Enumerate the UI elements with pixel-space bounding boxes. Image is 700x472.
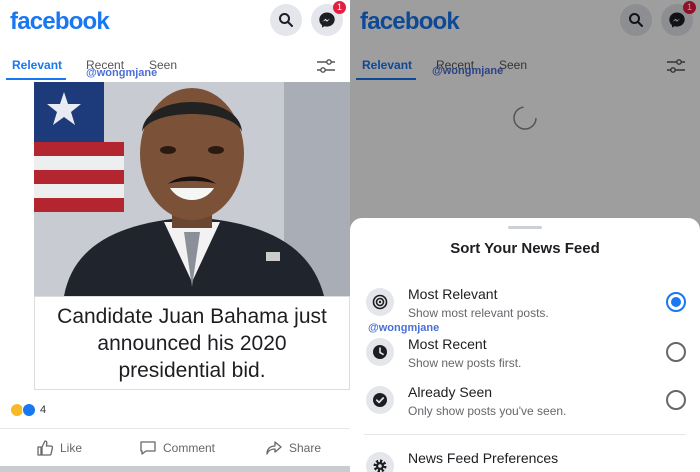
sliders-icon: [317, 59, 335, 73]
option-already-seen[interactable]: Already Seen Only show posts you've seen…: [350, 382, 700, 428]
post-caption: Candidate Juan Bahama just announced his…: [34, 296, 350, 390]
news-feed-preferences-item[interactable]: News Feed Preferences: [350, 448, 700, 472]
reaction-count: 4: [40, 404, 47, 416]
search-button[interactable]: [270, 4, 302, 36]
option-description: Only show posts you've seen.: [408, 404, 567, 418]
sheet-drag-handle[interactable]: [508, 226, 542, 229]
option-label: Most Relevant: [408, 286, 498, 302]
reaction-summary[interactable]: 4: [10, 402, 46, 418]
gear-icon: [366, 452, 394, 472]
loading-spinner-icon: [513, 106, 537, 130]
option-label: Already Seen: [408, 384, 493, 400]
divider: [364, 434, 686, 435]
search-icon: [279, 13, 293, 27]
share-label: Share: [289, 441, 322, 455]
like-label: Like: [60, 441, 83, 455]
sort-feed-screen: facebook 1 Relevant Recent Seen @wongmja…: [350, 0, 700, 472]
active-tab-indicator: [6, 78, 66, 80]
messenger-button[interactable]: 1: [311, 1, 346, 36]
radio-already-seen[interactable]: [666, 390, 686, 410]
top-bar: facebook 1: [0, 0, 350, 44]
like-reaction-icon: [22, 403, 36, 417]
news-feed-screen: facebook 1 Relevant Recent Seen @wongmja…: [0, 0, 350, 472]
option-description: Show most relevant posts.: [408, 306, 549, 320]
thumbs-up-icon: [37, 440, 54, 456]
portrait-illustration: [34, 82, 350, 296]
check-circle-icon: [366, 386, 394, 414]
facebook-logo: facebook: [10, 8, 110, 35]
post-actions: Like Comment Share: [0, 428, 350, 468]
feed-tabs: Relevant Recent Seen @wongmjane: [0, 50, 350, 82]
next-post-edge: [0, 466, 350, 472]
post-image[interactable]: [34, 82, 350, 296]
option-description: Show new posts first.: [408, 356, 522, 370]
comment-label: Comment: [163, 441, 216, 455]
clock-icon: [366, 338, 394, 366]
tab-relevant[interactable]: Relevant: [12, 58, 62, 72]
like-button[interactable]: Like: [36, 439, 82, 457]
watermark: @wongmjane: [86, 67, 158, 79]
share-icon: [266, 441, 282, 455]
share-button[interactable]: Share: [265, 439, 321, 457]
watermark: @wongmjane: [368, 322, 440, 334]
radio-most-recent[interactable]: [666, 342, 686, 362]
post-caption-text: Candidate Juan Bahama just announced his…: [57, 304, 327, 382]
comment-icon: [140, 441, 156, 455]
sort-bottom-sheet: Sort Your News Feed Most Relevant Show m…: [350, 218, 700, 472]
comment-button[interactable]: Comment: [139, 439, 215, 457]
option-most-recent[interactable]: Most Recent Show new posts first.: [350, 334, 700, 380]
filter-button[interactable]: [316, 58, 336, 79]
notification-badge: 1: [333, 1, 346, 14]
target-icon: [366, 288, 394, 316]
messenger-icon: [319, 12, 335, 28]
option-label: Most Recent: [408, 336, 487, 352]
preferences-label: News Feed Preferences: [408, 450, 559, 466]
sheet-title: Sort Your News Feed: [450, 240, 600, 257]
radio-most-relevant[interactable]: [666, 292, 686, 312]
